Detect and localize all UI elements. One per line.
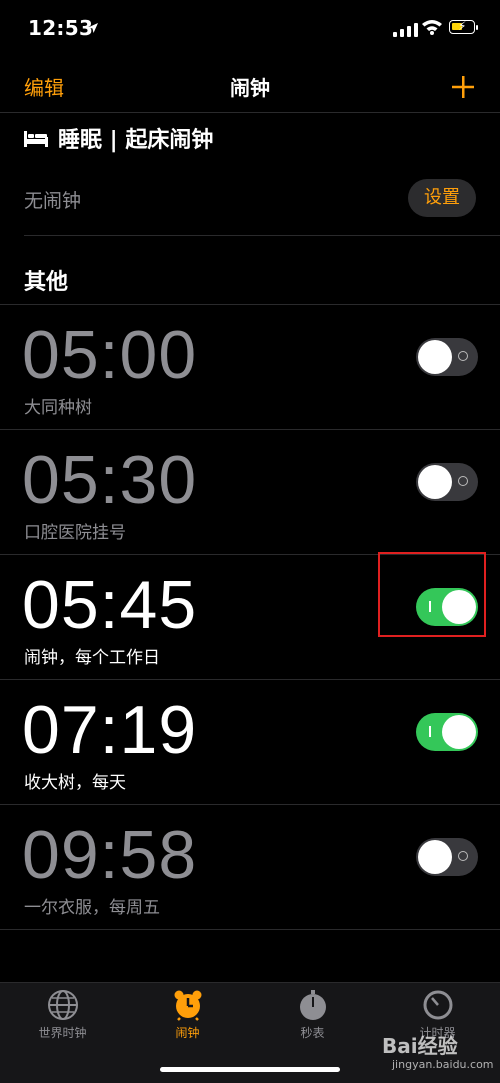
- stopwatch-icon: [299, 990, 326, 1020]
- timer-icon: [423, 990, 452, 1020]
- tab-label: 秒表: [300, 1026, 325, 1040]
- alarm-time: 07:19: [22, 692, 198, 768]
- bed-icon: [24, 131, 48, 147]
- home-indicator: [160, 1067, 340, 1072]
- status-bar: 12:53 ⚡: [0, 0, 500, 60]
- tab-alarm[interactable]: 闹钟: [125, 989, 250, 1041]
- alarm-label: 闹钟，每个工作日: [24, 648, 160, 668]
- status-time: 12:53: [28, 16, 94, 40]
- alarm-toggle[interactable]: [416, 463, 478, 501]
- globe-icon: [47, 990, 78, 1020]
- highlight-box: [378, 552, 486, 637]
- tab-world-clock[interactable]: 世界时钟: [0, 989, 125, 1041]
- tab-stopwatch[interactable]: 秒表: [250, 989, 375, 1041]
- alarm-toggle[interactable]: [416, 838, 478, 876]
- alarm-label: 大同种树: [24, 398, 92, 418]
- alarm-row[interactable]: 09:58 一尔衣服，每周五: [0, 804, 500, 930]
- cellular-signal-icon: [393, 23, 418, 37]
- alarm-label: 收大树，每天: [24, 773, 126, 793]
- alarm-toggle[interactable]: [416, 338, 478, 376]
- alarm-row[interactable]: 07:19 收大树，每天: [0, 679, 500, 804]
- alarm-clock-icon: [174, 990, 201, 1021]
- baidu-watermark: Bai经验: [382, 1034, 458, 1058]
- setup-button[interactable]: 设置: [408, 179, 476, 217]
- location-arrow-icon: [88, 23, 98, 33]
- add-alarm-button[interactable]: [448, 66, 478, 106]
- alarm-time: 05:00: [22, 317, 198, 393]
- battery-icon: ⚡: [449, 19, 475, 34]
- alarm-time: 05:45: [22, 567, 198, 643]
- sleep-alarm-row: 无闹钟 设置: [24, 160, 500, 236]
- alarm-time: 09:58: [22, 817, 198, 893]
- no-alarm-text: 无闹钟: [24, 190, 82, 212]
- alarm-label: 一尔衣服，每周五: [24, 898, 160, 918]
- battery-cap: [476, 25, 478, 30]
- alarm-time: 05:30: [22, 442, 198, 518]
- alarm-toggle[interactable]: [416, 713, 478, 751]
- alarm-label: 口腔医院挂号: [24, 523, 126, 543]
- nav-bar: 编辑 闹钟: [0, 60, 500, 113]
- wifi-icon: [422, 20, 442, 35]
- sleep-section-header: 睡眠 | 起床闹钟: [24, 122, 213, 154]
- alarm-row[interactable]: 05:30 口腔医院挂号: [0, 429, 500, 554]
- alarm-row[interactable]: 05:00 大同种树: [0, 304, 500, 429]
- tab-label: 世界时钟: [38, 1026, 87, 1040]
- tab-label: 闹钟: [175, 1026, 200, 1040]
- others-heading: 其他: [24, 270, 69, 295]
- page-title: 闹钟: [230, 76, 270, 100]
- sleep-title: 睡眠 | 起床闹钟: [58, 128, 214, 153]
- baidu-watermark-url: jingyan.baidu.com: [392, 1058, 494, 1071]
